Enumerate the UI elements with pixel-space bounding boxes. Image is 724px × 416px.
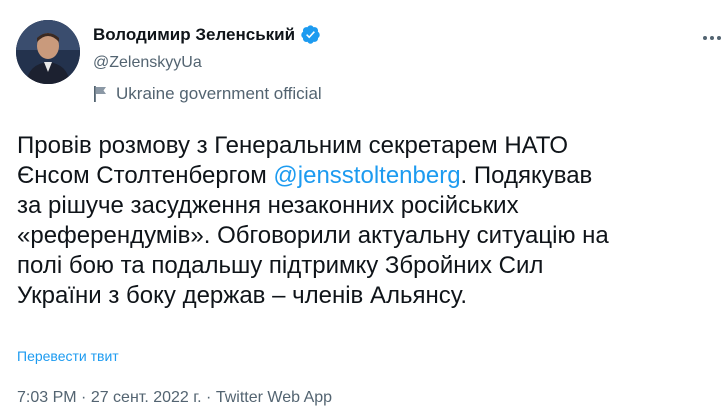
tweet-text-segment: . Подякував bbox=[460, 162, 593, 189]
meta-separator: · bbox=[201, 389, 216, 406]
avatar-photo-icon bbox=[16, 20, 80, 84]
flag-icon bbox=[94, 86, 106, 102]
author-name[interactable]: Володимир Зеленський bbox=[93, 25, 295, 45]
tweet-text-segment: Провів розмову з Генеральним секретарем … bbox=[17, 132, 569, 159]
more-icon[interactable] bbox=[700, 26, 724, 50]
verified-badge-icon bbox=[301, 25, 320, 44]
tweet-text-line: за рішуче засудження незаконних російськ… bbox=[17, 191, 717, 221]
tweet-text-line: полі бою та подальшу підтримку Збройних … bbox=[17, 251, 717, 281]
tweet-source[interactable]: Twitter Web App bbox=[216, 389, 332, 406]
meta-separator: · bbox=[76, 389, 91, 406]
tweet: Володимир Зеленський @ZelenskyyUa Ukrain… bbox=[0, 0, 724, 416]
tweet-time[interactable]: 7:03 PM bbox=[17, 389, 77, 406]
government-label-text: Ukraine government official bbox=[116, 84, 322, 103]
tweet-text: Провів розмову з Генеральним секретарем … bbox=[17, 131, 717, 311]
avatar[interactable] bbox=[16, 20, 80, 84]
mention-link[interactable]: @jensstoltenberg bbox=[273, 162, 460, 189]
government-label: Ukraine government official bbox=[93, 84, 322, 104]
tweet-text-segment: за рішуче засудження незаконних російськ… bbox=[17, 192, 519, 219]
tweet-meta: 7:03 PM · 27 сент. 2022 г. · Twitter Web… bbox=[17, 389, 332, 407]
tweet-text-line: «референдумів». Обговорили актуальну сит… bbox=[17, 221, 717, 251]
tweet-text-segment: Єнсом Столтенбергом bbox=[17, 162, 274, 189]
author-name-row[interactable]: Володимир Зеленський bbox=[93, 24, 321, 45]
tweet-text-segment: України з боку держав – членів Альянсу. bbox=[17, 282, 467, 309]
tweet-text-line: Єнсом Столтенбергом @jensstoltenberg. По… bbox=[17, 161, 717, 191]
tweet-text-segment: полі бою та подальшу підтримку Збройних … bbox=[17, 252, 544, 279]
tweet-text-line: України з боку держав – членів Альянсу. bbox=[17, 281, 717, 311]
tweet-text-line: Провів розмову з Генеральним секретарем … bbox=[17, 131, 717, 161]
tweet-text-segment: «референдумів». Обговорили актуальну сит… bbox=[17, 222, 609, 249]
translate-link[interactable]: Перевести твит bbox=[17, 348, 119, 364]
author-handle[interactable]: @ZelenskyyUa bbox=[93, 54, 202, 72]
tweet-date[interactable]: 27 сент. 2022 г. bbox=[91, 389, 202, 406]
